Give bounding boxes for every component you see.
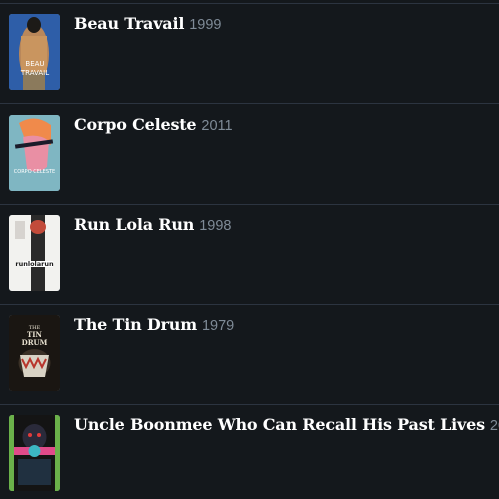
film-heading: Beau Travail 1999 [74, 14, 222, 33]
row-divider [0, 304, 499, 305]
poster-art-the-tin-drum: THE TIN DRUM [9, 315, 60, 391]
film-row-beau-travail[interactable]: BEAU TRAVAIL Beau Travail 1999 [0, 14, 499, 114]
film-row-run-lola-run[interactable]: runlolarun Run Lola Run 1998 [0, 215, 499, 315]
film-list: BEAU TRAVAIL Beau Travail 1999 CORPO CELE… [0, 0, 499, 499]
poster-text-beau: BEAU [25, 60, 44, 68]
film-title-link[interactable]: Beau Travail [74, 14, 184, 33]
film-heading: The Tin Drum 1979 [74, 315, 234, 334]
poster-text-run-lola-run: runlolarun [15, 260, 54, 268]
poster-text-drum: DRUM [22, 338, 48, 347]
film-year-link[interactable]: 1999 [189, 17, 221, 33]
film-title-link[interactable]: Run Lola Run [74, 215, 194, 234]
poster-art-beau-travail: BEAU TRAVAIL [9, 14, 60, 90]
film-title-link[interactable]: The Tin Drum [74, 315, 197, 334]
row-divider [0, 404, 499, 405]
film-heading: Run Lola Run 1998 [74, 215, 232, 234]
poster-text-travail: TRAVAIL [20, 69, 49, 77]
film-year-link[interactable]: 2011 [201, 118, 232, 134]
film-row-corpo-celeste[interactable]: CORPO CELESTE Corpo Celeste 2011 [0, 115, 499, 215]
film-heading: Corpo Celeste 2011 [74, 115, 233, 134]
film-row-uncle-boonmee[interactable]: Uncle Boonmee Who Can Recall His Past Li… [0, 415, 499, 499]
poster-the-tin-drum[interactable]: THE TIN DRUM [9, 315, 60, 391]
row-divider [0, 204, 499, 205]
film-year-link[interactable]: 1979 [202, 318, 234, 334]
poster-art-uncle-boonmee [9, 415, 60, 491]
film-title-link[interactable]: Corpo Celeste [74, 115, 197, 134]
film-title-link[interactable]: Uncle Boonmee Who Can Recall His Past Li… [74, 415, 485, 434]
film-year-link[interactable]: 1998 [199, 218, 231, 234]
poster-uncle-boonmee[interactable] [9, 415, 60, 491]
poster-text-corpo-celeste: CORPO CELESTE [14, 169, 55, 175]
film-year-link[interactable]: 2010 [490, 418, 499, 434]
poster-corpo-celeste[interactable]: CORPO CELESTE [9, 115, 60, 191]
film-heading: Uncle Boonmee Who Can Recall His Past Li… [74, 415, 499, 434]
poster-run-lola-run[interactable]: runlolarun [9, 215, 60, 291]
poster-beau-travail[interactable]: BEAU TRAVAIL [9, 14, 60, 90]
row-divider [0, 103, 499, 104]
film-row-the-tin-drum[interactable]: THE TIN DRUM The Tin Drum 1979 [0, 315, 499, 415]
poster-art-corpo-celeste: CORPO CELESTE [9, 115, 60, 191]
poster-art-run-lola-run: runlolarun [9, 215, 60, 291]
